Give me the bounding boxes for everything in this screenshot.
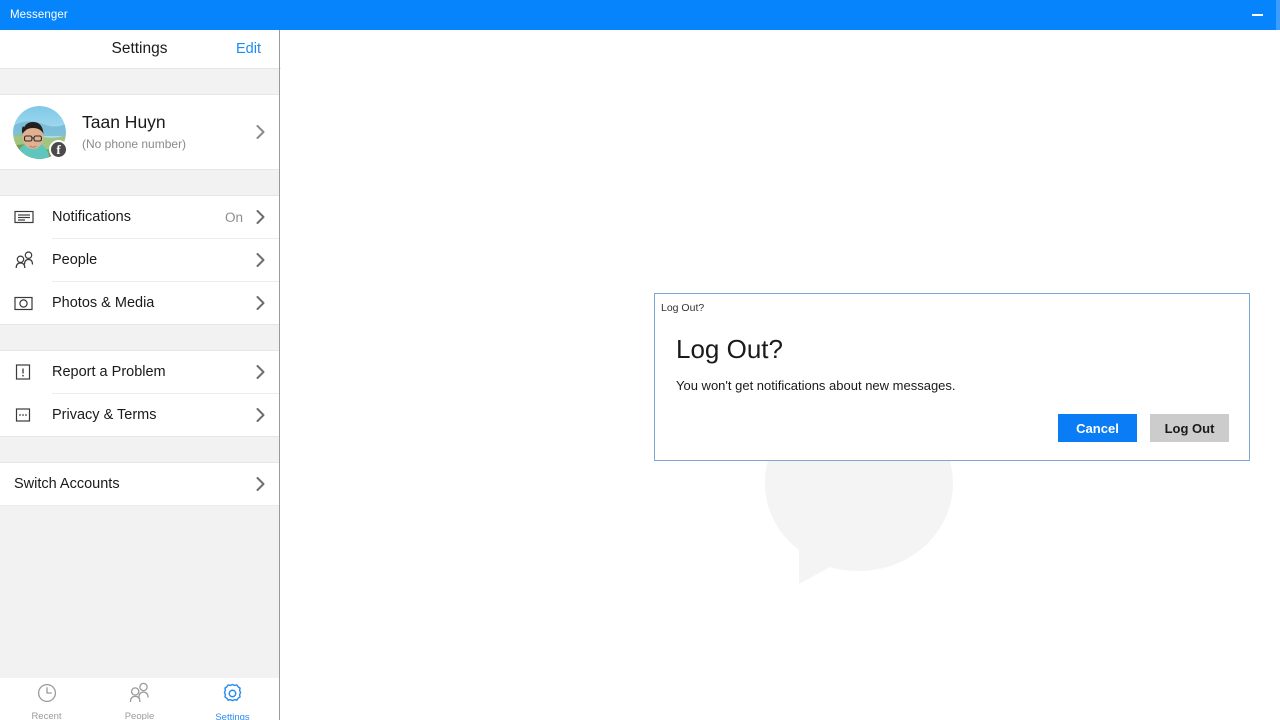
minimize-button[interactable] xyxy=(1234,0,1280,30)
notifications-status: On xyxy=(224,209,243,225)
sidebar-item-label: Report a Problem xyxy=(52,364,166,380)
nav-item-label: Settings xyxy=(215,712,250,720)
messenger-app-window: Messenger Log Out? Log Out? You won't ge… xyxy=(0,0,1280,720)
sidebar-item-label: Switch Accounts xyxy=(14,476,120,492)
nav-item-settings[interactable]: Settings xyxy=(186,678,279,720)
chevron-right-icon xyxy=(253,365,267,379)
sidebar-item-switch-accounts[interactable]: Switch Accounts xyxy=(0,463,279,505)
sidebar-item-report-a-problem[interactable]: Report a Problem xyxy=(0,351,279,393)
bottom-navigation-bar: Recent People Settings xyxy=(0,678,279,720)
people-icon xyxy=(14,251,40,269)
dialog-body: Log Out? You won't get notifications abo… xyxy=(676,335,1229,393)
log-out-button[interactable]: Log Out xyxy=(1150,414,1229,442)
sidebar-section-gap-1 xyxy=(0,169,279,196)
people-icon xyxy=(128,682,152,709)
gear-icon xyxy=(221,682,244,710)
profile-phone: (No phone number) xyxy=(82,137,187,152)
log-out-dialog: Log Out? Log Out? You won't get notifica… xyxy=(654,293,1250,461)
nav-item-label: Recent xyxy=(31,711,62,720)
avatar: f xyxy=(13,105,68,159)
settings-sidebar: Settings Edit f Taan Huyn (No phone numb… xyxy=(0,30,280,720)
window-title: Messenger xyxy=(10,9,68,21)
minimize-icon xyxy=(1251,14,1263,16)
chevron-right-icon xyxy=(253,253,267,267)
nav-item-label: People xyxy=(124,711,155,720)
sidebar-item-people[interactable]: People xyxy=(0,239,279,281)
edit-button[interactable]: Edit xyxy=(236,41,261,57)
camera-icon xyxy=(14,295,40,312)
nav-item-people[interactable]: People xyxy=(93,678,186,720)
main-content-area: Log Out? Log Out? You won't get notifica… xyxy=(281,30,1280,720)
chevron-right-icon xyxy=(253,296,267,310)
profile-row[interactable]: f Taan Huyn (No phone number) xyxy=(0,95,279,169)
cancel-button[interactable]: Cancel xyxy=(1058,414,1137,442)
sidebar-item-label: Privacy & Terms xyxy=(52,407,157,423)
privacy-terms-icon xyxy=(14,406,40,424)
profile-name: Taan Huyn xyxy=(82,112,166,133)
chevron-right-icon xyxy=(253,125,267,139)
chevron-right-icon xyxy=(253,408,267,422)
chevron-right-icon xyxy=(253,210,267,224)
sidebar-section-gap-top xyxy=(0,68,279,95)
dialog-title: Log Out? xyxy=(676,334,783,364)
sidebar-item-label: People xyxy=(52,252,98,268)
sidebar-section-gap-2 xyxy=(0,324,279,351)
sidebar-item-privacy-terms[interactable]: Privacy & Terms xyxy=(0,394,279,436)
nav-item-recent[interactable]: Recent xyxy=(0,678,93,720)
notifications-icon xyxy=(14,209,40,225)
dialog-button-row: Cancel Log Out xyxy=(1058,414,1229,442)
sidebar-section-gap-3 xyxy=(0,436,279,463)
chevron-right-icon xyxy=(253,477,267,491)
sidebar-item-notifications[interactable]: Notifications On xyxy=(0,196,279,238)
dialog-message: You won't get notifications about new me… xyxy=(676,377,956,393)
sidebar-empty-area xyxy=(0,506,279,685)
window-title-bar: Messenger xyxy=(0,0,1280,30)
clock-icon xyxy=(36,682,58,709)
facebook-badge-icon: f xyxy=(49,139,68,159)
page-title: Settings xyxy=(111,40,168,57)
title-bar-right-edge xyxy=(1276,0,1280,30)
profile-texts: Taan Huyn (No phone number) xyxy=(82,112,253,151)
dialog-caption: Log Out? xyxy=(661,302,705,314)
sidebar-item-label: Photos & Media xyxy=(52,295,155,311)
sidebar-header: Settings Edit xyxy=(0,30,279,68)
report-problem-icon xyxy=(14,363,40,381)
sidebar-item-label: Notifications xyxy=(52,209,131,225)
sidebar-item-photos-media[interactable]: Photos & Media xyxy=(0,282,279,324)
